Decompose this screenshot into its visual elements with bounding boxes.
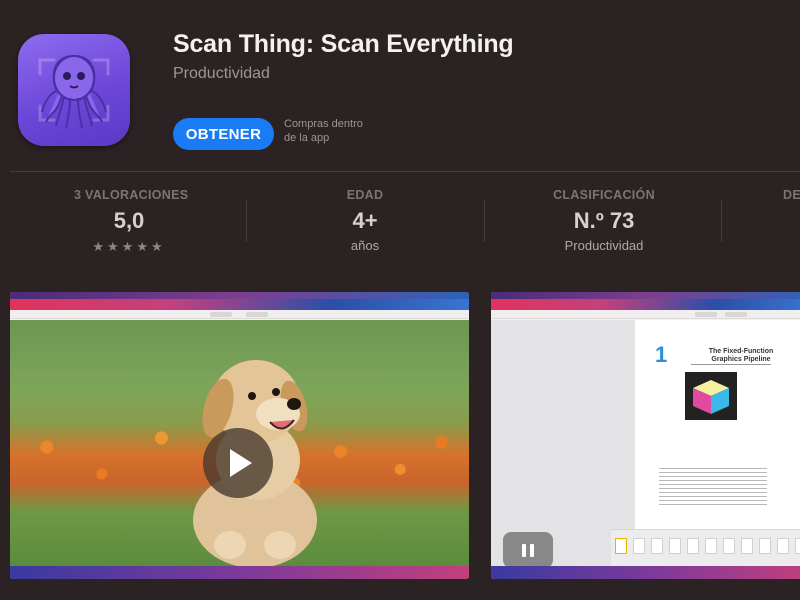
stat-separator xyxy=(721,200,722,242)
page-thumbnail[interactable] xyxy=(615,538,627,554)
stat-separator xyxy=(246,200,247,242)
stat-age-label: EDAD xyxy=(346,188,384,202)
stat-ranking: CLASIFICACIÓN N.º 73 Productividad xyxy=(545,188,663,253)
rating-stars: ★★★★★ xyxy=(92,239,166,254)
screenshot-document[interactable]: 1 The Fixed-Function Graphics Pipeline xyxy=(491,292,800,579)
page-thumbnail[interactable] xyxy=(759,538,771,554)
pause-icon xyxy=(530,543,534,557)
stat-developer-label: DE xyxy=(783,188,800,202)
app-category[interactable]: Productividad xyxy=(173,65,270,83)
stat-ranking-label: CLASIFICACIÓN xyxy=(553,188,655,202)
title-rule xyxy=(691,364,771,365)
get-button[interactable]: OBTENER xyxy=(173,118,274,150)
page-thumbnail[interactable] xyxy=(651,538,663,554)
chapter-number: 1 xyxy=(655,342,668,367)
page-thumbnails xyxy=(611,529,800,566)
stat-age-sub: años xyxy=(350,238,380,253)
stat-ratings-value: 5,0 xyxy=(113,208,145,233)
wallpaper-strip xyxy=(491,299,800,310)
toolbar-button xyxy=(695,312,717,317)
page-thumbnail[interactable] xyxy=(777,538,789,554)
wallpaper-strip xyxy=(10,299,469,310)
stat-ratings-label: 3 VALORACIONES xyxy=(74,188,189,202)
header-divider xyxy=(10,171,800,172)
page-thumbnail[interactable] xyxy=(795,538,800,554)
color-cube-image xyxy=(685,372,737,420)
stat-developer: DE xyxy=(783,188,800,202)
page-thumbnail[interactable] xyxy=(633,538,645,554)
body-text-lines xyxy=(659,468,767,508)
window-toolbar xyxy=(10,310,469,326)
pause-icon xyxy=(522,543,526,557)
stat-age-value: 4+ xyxy=(352,208,378,233)
stat-ranking-value: N.º 73 xyxy=(573,208,635,233)
puppy-photo xyxy=(10,320,469,568)
mac-menu-bar xyxy=(10,292,469,299)
stat-age: EDAD 4+ años xyxy=(324,188,406,253)
play-button[interactable] xyxy=(203,428,273,498)
dock-strip xyxy=(491,566,800,579)
page-thumbnail[interactable] xyxy=(687,538,699,554)
play-icon xyxy=(230,449,252,477)
mac-menu-bar xyxy=(491,292,800,299)
in-app-purchases-note: Compras dentro de la app xyxy=(284,118,363,144)
toolbar-button xyxy=(725,312,747,317)
page-thumbnail[interactable] xyxy=(669,538,681,554)
pause-button[interactable] xyxy=(503,532,553,568)
page-thumbnail[interactable] xyxy=(705,538,717,554)
page-thumbnail[interactable] xyxy=(723,538,735,554)
toolbar-button xyxy=(210,312,232,317)
app-title: Scan Thing: Scan Everything xyxy=(173,30,514,58)
stat-separator xyxy=(484,200,485,242)
rgb-cube xyxy=(693,380,729,414)
chapter-title: The Fixed-Function Graphics Pipeline xyxy=(708,348,774,363)
dock-strip xyxy=(10,566,469,579)
screenshot-video[interactable] xyxy=(10,292,469,579)
octopus-icon xyxy=(38,55,110,129)
app-icon xyxy=(18,34,130,146)
stat-ranking-sub[interactable]: Productividad xyxy=(545,238,663,253)
toolbar-button xyxy=(246,312,268,317)
window-toolbar xyxy=(491,310,800,326)
page-thumbnail[interactable] xyxy=(741,538,753,554)
stat-ratings: 3 VALORACIONES 5,0 ★★★★★ xyxy=(74,188,189,255)
document-page: 1 The Fixed-Function Graphics Pipeline xyxy=(635,320,800,529)
